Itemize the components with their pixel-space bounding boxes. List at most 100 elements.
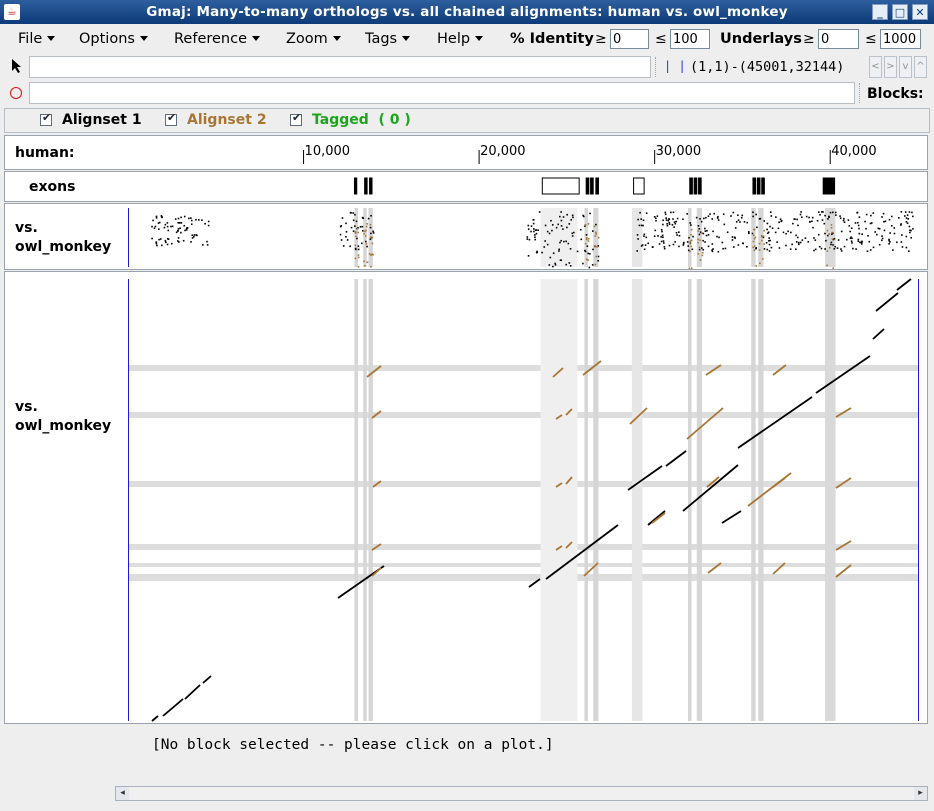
pip-dot xyxy=(699,218,701,220)
pip-dot xyxy=(664,213,667,216)
pip-dot xyxy=(912,228,914,230)
pip-dot xyxy=(896,241,898,244)
exon-block xyxy=(756,177,761,195)
pip-dot xyxy=(811,216,814,219)
identity-max-field[interactable]: 100 xyxy=(670,29,710,49)
pip-dot xyxy=(851,237,853,240)
pip-dot xyxy=(653,235,656,237)
menu-zoom[interactable]: Zoom xyxy=(286,31,341,47)
scroll-left-button[interactable]: ◂ xyxy=(116,787,129,800)
pip-dot xyxy=(156,244,158,247)
identity-min-field[interactable]: 0 xyxy=(610,29,649,49)
pip-dot-alignset2 xyxy=(357,266,360,268)
menu-file[interactable]: File xyxy=(18,31,56,47)
alignset1-segment xyxy=(875,292,899,312)
divider xyxy=(655,57,659,77)
pip-dot xyxy=(732,211,735,214)
pip-dot xyxy=(689,222,692,224)
close-button[interactable]: ✕ xyxy=(912,4,928,20)
pip-dot-alignset2 xyxy=(697,230,700,232)
pip-dot xyxy=(355,248,357,251)
exon-block xyxy=(761,177,765,195)
alignset-bar xyxy=(4,108,930,133)
pip-dot xyxy=(847,219,850,221)
pip-dot-alignset2 xyxy=(752,234,755,237)
pip-dot xyxy=(676,234,678,236)
pip-dot xyxy=(872,246,875,249)
horizontal-scrollbar[interactable]: ◂ ▸ xyxy=(115,786,928,801)
pip-dot xyxy=(856,221,859,224)
alignset-2-checkbox[interactable] xyxy=(165,111,177,126)
nav-right-button[interactable]: > xyxy=(884,56,897,78)
dotplot-row-underlay xyxy=(128,574,918,581)
minimize-button[interactable]: _ xyxy=(872,4,888,20)
alignset-2-label[interactable]: Alignset 2 xyxy=(187,112,267,128)
pip-dot xyxy=(560,219,563,222)
maximize-button[interactable]: □ xyxy=(892,4,908,20)
pip-dot xyxy=(670,211,672,214)
tagged-checkbox[interactable] xyxy=(290,111,302,126)
circle-marker-icon[interactable] xyxy=(10,87,22,99)
pip-dot xyxy=(733,246,735,248)
identity-label: % Identity xyxy=(510,31,594,47)
pip-dot xyxy=(768,243,771,246)
pip-dot xyxy=(703,217,705,220)
menu-reference[interactable]: Reference xyxy=(174,31,261,47)
pip-dot xyxy=(881,235,883,237)
coordinate-readout: (1,1)-(45001,32144) xyxy=(690,59,845,75)
underlays-min-field[interactable]: 0 xyxy=(818,29,859,49)
position-ruler[interactable]: 10,000 20,000 30,000 40,000 xyxy=(0,135,934,170)
exon-track[interactable] xyxy=(0,171,934,202)
underlays-max-field[interactable]: 1000 xyxy=(880,29,921,49)
pip-dot-alignset2 xyxy=(594,263,597,266)
pip-dot xyxy=(906,214,909,216)
info-text-field[interactable] xyxy=(29,82,855,104)
pip-dot xyxy=(175,231,178,234)
pip-dot xyxy=(676,217,679,220)
pip-dot xyxy=(682,244,685,246)
mark-text-field[interactable] xyxy=(29,56,651,78)
pip-dot xyxy=(808,216,810,219)
pip-dot xyxy=(176,229,179,232)
alignset-1-label[interactable]: Alignset 1 xyxy=(62,112,142,128)
pointer-icon[interactable] xyxy=(10,58,24,74)
pip-dot xyxy=(768,250,771,252)
pip-dot xyxy=(163,226,166,229)
alignset1-segment xyxy=(202,675,212,684)
pip-dot xyxy=(370,214,372,217)
pip-dot-alignset2 xyxy=(356,227,359,230)
nav-down-button[interactable]: v xyxy=(899,56,912,78)
pip-dot xyxy=(850,240,853,243)
scroll-right-button[interactable]: ▸ xyxy=(914,787,927,800)
pip-plot[interactable] xyxy=(0,203,934,270)
tagged-label[interactable]: Tagged ( 0 ) xyxy=(312,112,411,128)
menu-help[interactable]: Help xyxy=(437,31,484,47)
pip-dot xyxy=(904,211,907,213)
pip-dot xyxy=(182,239,185,242)
pip-dot xyxy=(768,237,770,239)
pip-dot xyxy=(158,238,160,241)
nav-left-button[interactable]: < xyxy=(869,56,882,78)
pip-dot-alignset2 xyxy=(701,254,704,257)
pip-dot xyxy=(158,228,160,230)
pip-dot-alignset2 xyxy=(754,236,757,239)
chevron-down-icon xyxy=(252,36,261,41)
bars-indicator: | | xyxy=(664,59,686,73)
menu-options[interactable]: Options xyxy=(79,31,148,47)
pip-dot-alignset2 xyxy=(595,233,597,235)
alignset1-segment xyxy=(872,328,885,340)
alignset-1-checkbox[interactable] xyxy=(40,111,52,126)
pip-dot xyxy=(551,223,554,226)
pip-dot xyxy=(787,230,789,233)
pip-dot xyxy=(185,229,188,231)
status-message: [No block selected -- please click on a … xyxy=(152,737,554,753)
pip-dot xyxy=(740,216,743,219)
pip-dot xyxy=(527,255,530,257)
menu-tags[interactable]: Tags xyxy=(365,31,411,47)
nav-up-button[interactable]: ^ xyxy=(914,56,927,78)
pip-dot xyxy=(369,238,372,241)
pip-dot xyxy=(748,232,750,235)
dot-plot[interactable] xyxy=(0,271,934,724)
pip-dot xyxy=(780,219,783,222)
exon-block xyxy=(353,177,358,195)
